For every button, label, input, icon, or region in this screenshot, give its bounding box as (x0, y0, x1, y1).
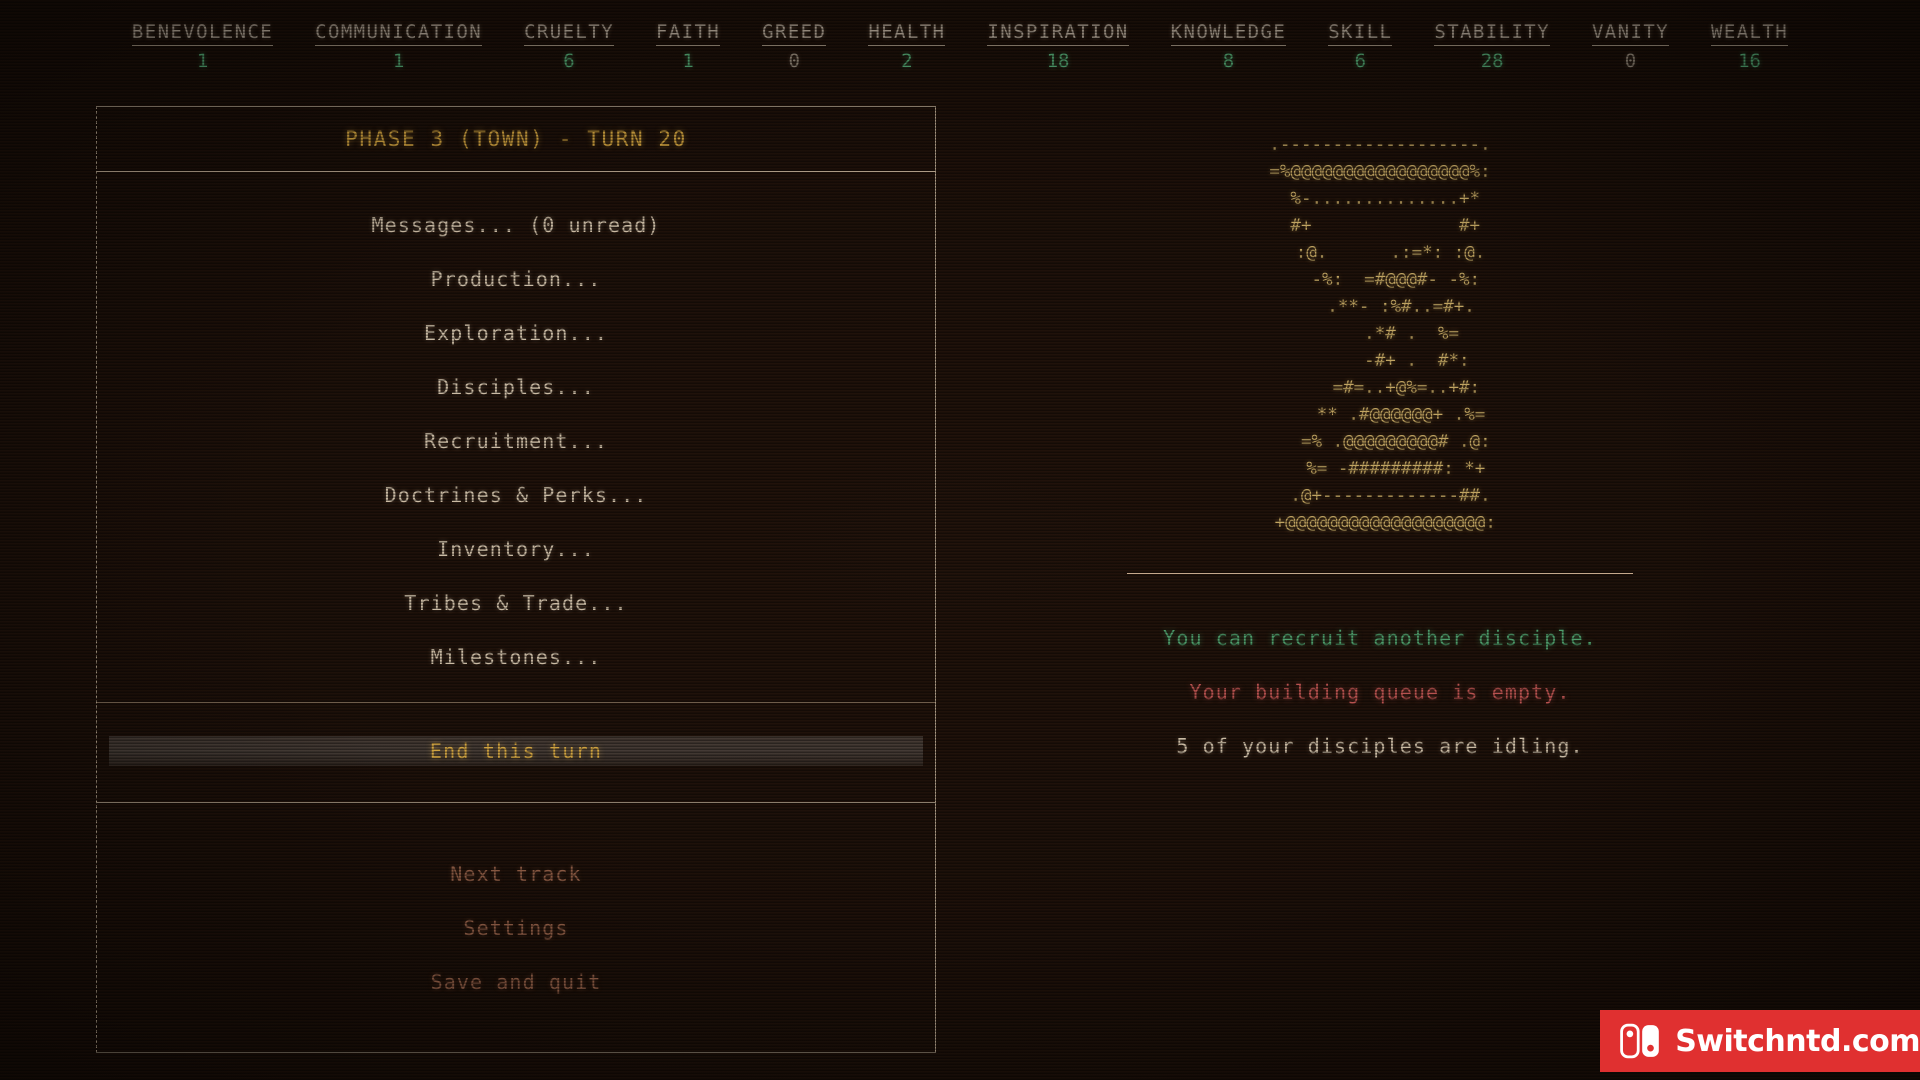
menu-item-recruitment[interactable]: Recruitment... (97, 414, 935, 468)
stat-communication: COMMUNICATION 1 (294, 22, 503, 71)
stat-knowledge: KNOWLEDGE 8 (1150, 22, 1308, 71)
watermark-text: Switchntd.com (1675, 1023, 1920, 1059)
status-message-building-queue: Your building queue is empty. (1189, 680, 1571, 704)
stat-inspiration: INSPIRATION 18 (966, 22, 1149, 71)
stat-label: HEALTH (868, 22, 946, 46)
stat-label: GREED (762, 22, 827, 46)
stat-label: KNOWLEDGE (1170, 22, 1287, 46)
right-column: .-------------------. =%@@@@@@@@@@@@@@@@… (1000, 132, 1760, 773)
main-menu-panel: PHASE 3 (TOWN) - TURN 20 Messages... (0 … (96, 106, 936, 1053)
status-message-recruit: You can recruit another disciple. (1163, 626, 1597, 650)
stat-value: 1 (392, 50, 405, 72)
stat-label: STABILITY (1434, 22, 1550, 46)
menu-item-production[interactable]: Production... (97, 252, 935, 306)
menu-item-save-and-quit[interactable]: Save and quit (97, 955, 935, 1009)
stat-stability: STABILITY 28 (1413, 22, 1571, 71)
menu-item-inventory[interactable]: Inventory... (97, 522, 935, 576)
menu-item-milestones[interactable]: Milestones... (97, 630, 935, 684)
footer-menu: Next track Settings Save and quit (97, 803, 935, 1009)
menu-item-doctrines-perks[interactable]: Doctrines & Perks... (97, 468, 935, 522)
stat-label: VANITY (1591, 22, 1670, 46)
stat-vanity: VANITY 0 (1571, 22, 1690, 71)
watermark-banner: Switchntd.com (1600, 1010, 1920, 1072)
stat-label: COMMUNICATION (315, 22, 483, 46)
stat-value: 6 (563, 50, 575, 72)
menu-item-disciples[interactable]: Disciples... (97, 360, 935, 414)
stat-bar: BENEVOLENCE 1 COMMUNICATION 1 CRUELTY 6 … (0, 22, 1920, 71)
stat-label: WEALTH (1711, 22, 1789, 46)
stat-value: 18 (1046, 50, 1070, 72)
stat-wealth: WEALTH 16 (1690, 22, 1809, 71)
stat-value: 16 (1738, 50, 1761, 72)
stat-value: 8 (1222, 50, 1235, 72)
stat-label: SKILL (1328, 22, 1393, 46)
town-ascii-art: .-------------------. =%@@@@@@@@@@@@@@@@… (1269, 135, 1496, 533)
status-message-idling: 5 of your disciples are idling. (1176, 734, 1584, 758)
stat-value: 0 (1624, 50, 1637, 72)
stat-health: HEALTH 2 (847, 22, 966, 71)
stat-value: 1 (196, 50, 209, 72)
menu-item-next-track[interactable]: Next track (97, 847, 935, 901)
phase-title: PHASE 3 (TOWN) - TURN 20 (345, 127, 687, 151)
stat-skill: SKILL 6 (1307, 22, 1413, 71)
menu-item-exploration[interactable]: Exploration... (97, 306, 935, 360)
stat-value: 28 (1480, 50, 1504, 72)
divider (1127, 573, 1633, 574)
game-screen: BENEVOLENCE 1 COMMUNICATION 1 CRUELTY 6 … (0, 0, 1920, 1080)
nintendo-switch-icon (1620, 1023, 1659, 1059)
stat-faith: FAITH 1 (635, 22, 741, 71)
stat-value: 0 (788, 50, 800, 72)
stat-label: FAITH (655, 22, 721, 46)
stat-label: CRUELTY (524, 22, 614, 46)
menu-item-messages[interactable]: Messages... (0 unread) (97, 198, 935, 252)
menu-list: Messages... (0 unread) Production... Exp… (97, 172, 935, 702)
action-block: End this turn (97, 703, 935, 802)
status-message-list: You can recruit another disciple. Your b… (1000, 611, 1760, 773)
end-turn-button[interactable]: End this turn (109, 736, 923, 766)
stat-value: 6 (1354, 50, 1367, 72)
stat-cruelty: CRUELTY 6 (503, 22, 635, 71)
menu-item-tribes-trade[interactable]: Tribes & Trade... (97, 576, 935, 630)
stat-label: INSPIRATION (987, 22, 1129, 46)
stat-value: 2 (901, 50, 913, 72)
stat-label: BENEVOLENCE (131, 22, 274, 46)
end-turn-label: End this turn (429, 739, 603, 763)
stat-greed: GREED 0 (741, 22, 847, 71)
stat-benevolence: BENEVOLENCE 1 (111, 22, 294, 71)
menu-item-settings[interactable]: Settings (97, 901, 935, 955)
phase-header: PHASE 3 (TOWN) - TURN 20 (97, 107, 935, 171)
stat-value: 1 (682, 50, 694, 72)
